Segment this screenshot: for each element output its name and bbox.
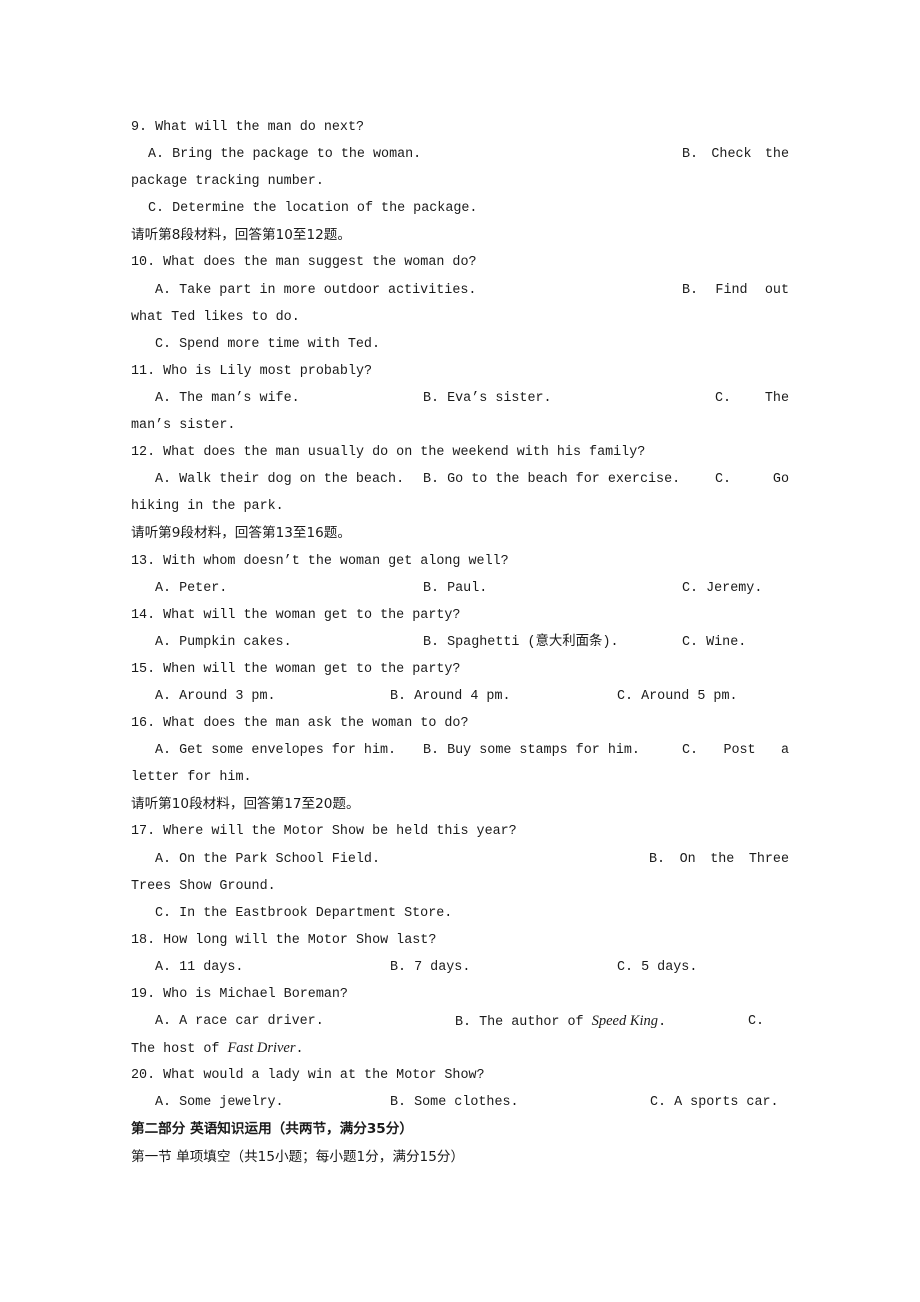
option-c: C. Wine. xyxy=(682,634,747,650)
option-a: A. On the Park School Field. xyxy=(155,851,380,867)
options-row: A. Pumpkin cakes. B. Spaghetti (意大利面条). … xyxy=(131,629,789,656)
question-stem: 17. Where will the Motor Show be held th… xyxy=(131,824,517,840)
options-row: A. Take part in more outdoor activities.… xyxy=(131,277,789,304)
option-c: C. The xyxy=(715,385,789,412)
question-stem: 12. What does the man usually do on the … xyxy=(131,445,646,461)
question-stem: 14. What will the woman get to the party… xyxy=(131,607,461,623)
question-stem: 9. What will the man do next? xyxy=(131,120,365,135)
option-b-word: On xyxy=(679,851,696,867)
option-a: A. Peter. xyxy=(155,580,228,596)
book-title: Speed King xyxy=(591,1013,659,1030)
option-a: A. Some jewelry. xyxy=(155,1095,284,1111)
option-c: C. 5 days. xyxy=(617,959,698,975)
question-stem: 20. What would a lady win at the Motor S… xyxy=(131,1068,485,1084)
option-b-continued: package tracking number. xyxy=(131,174,324,190)
option-b-continued: Trees Show Ground. xyxy=(131,878,276,894)
option-c-label: C. xyxy=(715,390,732,406)
option-b: B. Paul. xyxy=(423,580,488,596)
option-c-continued: The host of Fast Driver. xyxy=(131,1035,789,1062)
options-row: A. Peter. B. Paul. C. Jeremy. xyxy=(131,575,789,602)
options-row: A. Get some envelopes for him. B. Buy so… xyxy=(131,737,789,764)
option-b-text: B. The author of xyxy=(455,1015,592,1031)
show-title: Fast Driver xyxy=(227,1040,296,1057)
option-b: B. Eva’s sister. xyxy=(423,390,552,406)
options-row: A. On the Park School Field. B. On the T… xyxy=(131,846,789,873)
option-a: A. Around 3 pm. xyxy=(155,688,276,704)
options-row: A. A race car driver. B. The author of S… xyxy=(131,1008,789,1035)
option-a: A. The man’s wife. xyxy=(155,390,300,406)
part-heading: 第二部分 英语知识运用（共两节，满分35分） xyxy=(131,1121,413,1138)
option-c-word: The xyxy=(764,390,789,406)
question-stem: 16. What does the man ask the woman to d… xyxy=(131,716,469,732)
options-row: A. Walk their dog on the beach. B. Go to… xyxy=(131,466,789,493)
option-c-label: C. xyxy=(715,472,732,488)
option-c: C. Determine the location of the package… xyxy=(148,201,478,217)
option-b-label: B. xyxy=(649,851,666,867)
option-c: C. Post a xyxy=(682,737,789,764)
option-c: C. Around 5 pm. xyxy=(617,688,738,704)
option-c: C. In the Eastbrook Department Store. xyxy=(155,905,453,921)
section-instruction: 请听第9段材料，回答第13至16题。 xyxy=(131,525,351,542)
option-b-word: the xyxy=(764,147,789,163)
option-b: B. Check the xyxy=(682,141,789,168)
option-c-word: Go xyxy=(772,472,789,488)
section-heading: 第一节 单项填空（共15小题；每小题1分，满分15分） xyxy=(131,1148,465,1165)
option-a: A. Take part in more outdoor activities. xyxy=(155,282,477,298)
option-b: B. Some clothes. xyxy=(390,1095,519,1111)
option-b-word: the xyxy=(710,851,735,867)
option-b: B. Around 4 pm. xyxy=(390,688,511,704)
option-a: A. A race car driver. xyxy=(155,1014,324,1030)
question-stem: 10. What does the man suggest the woman … xyxy=(131,255,477,271)
question-stem: 13. With whom doesn’t the woman get alon… xyxy=(131,553,509,569)
option-c-label: C. xyxy=(748,1014,765,1030)
option-c-label: C. xyxy=(682,743,699,759)
options-row: A. The man’s wife. B. Eva’s sister. C. T… xyxy=(131,385,789,412)
option-c-continued: letter for him. xyxy=(131,770,252,786)
exam-page: 9. What will the man do next? A. Bring t… xyxy=(131,114,789,1171)
option-a: A. Pumpkin cakes. xyxy=(155,634,292,650)
option-b-continued: what Ted likes to do. xyxy=(131,309,300,325)
option-c: C. Spend more time with Ted. xyxy=(155,336,380,352)
options-row: A. Around 3 pm. B. Around 4 pm. C. Aroun… xyxy=(131,683,789,710)
option-a: A. Get some envelopes for him. xyxy=(155,743,397,759)
option-b: B. Find out xyxy=(682,277,789,304)
option-c-period: . xyxy=(295,1042,304,1058)
option-a: A. Bring the package to the woman. xyxy=(148,147,422,163)
option-b-word: Find xyxy=(715,282,748,298)
option-b: B. Spaghetti (意大利面条). xyxy=(423,634,619,650)
option-c-text: The host of xyxy=(131,1042,228,1058)
question-stem: 15. When will the woman get to the party… xyxy=(131,661,461,677)
option-b-period: . xyxy=(658,1015,667,1031)
option-a: A. 11 days. xyxy=(155,959,244,975)
option-b: B. On the Three xyxy=(649,846,789,873)
options-row: A. Some jewelry. B. Some clothes. C. A s… xyxy=(131,1089,789,1116)
question-stem: 11. Who is Lily most probably? xyxy=(131,363,373,379)
option-c-continued: hiking in the park. xyxy=(131,499,284,515)
option-c-word: Post xyxy=(723,743,756,759)
section-instruction: 请听第10段材料，回答第17至20题。 xyxy=(131,796,360,813)
option-c: C. Go xyxy=(715,466,789,493)
section-instruction: 请听第8段材料，回答第10至12题。 xyxy=(131,227,351,244)
option-a: A. Walk their dog on the beach. xyxy=(155,472,405,488)
options-row: A. 11 days. B. 7 days. C. 5 days. xyxy=(131,954,789,981)
option-c: C. Jeremy. xyxy=(682,580,763,596)
option-b-label: B. xyxy=(682,282,699,298)
option-c-word: a xyxy=(780,743,789,759)
option-c-continued: man’s sister. xyxy=(131,418,236,434)
options-row: A. Bring the package to the woman. B. Ch… xyxy=(131,141,789,168)
option-b: B. Go to the beach for exercise. xyxy=(423,472,681,488)
option-b: B. The author of Speed King. xyxy=(455,1008,666,1036)
question-stem: 19. Who is Michael Boreman? xyxy=(131,987,348,1002)
option-b: B. Buy some stamps for him. xyxy=(423,743,640,759)
option-c: C. A sports car. xyxy=(650,1095,779,1111)
option-b: B. 7 days. xyxy=(390,959,471,975)
option-b-label: B. xyxy=(682,147,699,163)
question-stem: 18. How long will the Motor Show last? xyxy=(131,932,437,948)
option-b-word: out xyxy=(764,282,789,298)
option-b-word: Three xyxy=(748,851,789,867)
option-b-word: Check xyxy=(711,147,752,163)
